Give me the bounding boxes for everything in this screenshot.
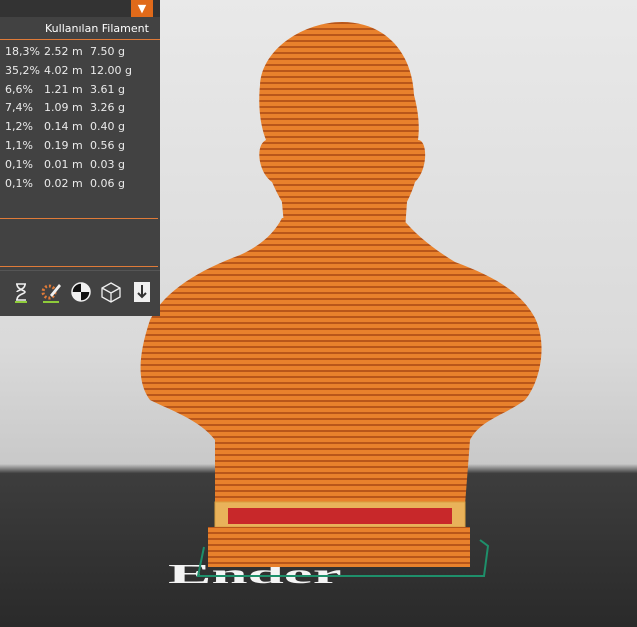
row-length: 4.02 m	[44, 63, 83, 77]
table-row: 6,6% 1.21 m 3.61 g	[0, 81, 160, 100]
table-row: 1,2% 0.14 m 0.40 g	[0, 118, 160, 137]
table-row: 0,1% 0.01 m 0.03 g	[0, 156, 160, 175]
view-toolbar	[0, 270, 160, 317]
row-percent: 1,1%	[5, 138, 33, 152]
row-weight: 7.50 g	[90, 45, 125, 58]
row-weight: 3.61 g	[90, 82, 125, 96]
half-circle-icon[interactable]	[70, 281, 92, 303]
row-weight: 0.06 g	[90, 176, 125, 190]
filament-stats-panel: ▼ Kullanılan Filament 18,3% 2.52 m 7.50 g …	[0, 0, 160, 316]
row-percent: 1,2%	[5, 120, 33, 134]
used-filament-header: Kullanılan Filament	[45, 22, 149, 35]
row-percent: 0,1%	[5, 176, 33, 190]
row-weight: 3.26 g	[90, 101, 125, 115]
chevron-down-icon[interactable]: ▼	[131, 0, 153, 17]
cube-icon[interactable]	[100, 281, 122, 303]
row-length: 0.19 m	[44, 138, 83, 152]
table-row: 18,3% 2.52 m 7.50 g	[0, 43, 160, 62]
row-percent: 35,2%	[5, 63, 40, 77]
row-length: 1.09 m	[44, 101, 83, 115]
export-icon[interactable]	[131, 281, 153, 303]
section-divider	[0, 218, 158, 219]
row-length: 0.01 m	[44, 157, 83, 171]
row-length: 0.02 m	[44, 176, 83, 190]
table-row: 35,2% 4.02 m 12.00 g	[0, 62, 160, 81]
row-percent: 6,6%	[5, 82, 33, 96]
filament-table: 18,3% 2.52 m 7.50 g 35,2% 4.02 m 12.00 g 6,6…	[0, 43, 160, 193]
row-length: 1.21 m	[44, 82, 83, 96]
table-row: 7,4% 1.09 m 3.26 g	[0, 99, 160, 118]
panel-header: Kullanılan Filament	[0, 17, 160, 40]
row-percent: 18,3%	[5, 45, 40, 58]
row-weight: 0.40 g	[90, 120, 125, 134]
row-length: 2.52 m	[44, 45, 83, 58]
row-percent: 0,1%	[5, 157, 33, 171]
row-length: 0.14 m	[44, 120, 83, 134]
section-divider	[0, 266, 158, 267]
row-weight: 0.56 g	[90, 138, 125, 152]
pencil-gear-icon[interactable]	[40, 281, 62, 303]
row-weight: 0.03 g	[90, 157, 125, 171]
bust-model	[140, 22, 542, 567]
table-row: 0,1% 0.02 m 0.06 g	[0, 175, 160, 194]
row-weight: 12.00 g	[90, 63, 132, 77]
row-percent: 7,4%	[5, 101, 33, 115]
table-row: 1,1% 0.19 m 0.56 g	[0, 137, 160, 156]
hourglass-icon[interactable]	[10, 281, 32, 303]
